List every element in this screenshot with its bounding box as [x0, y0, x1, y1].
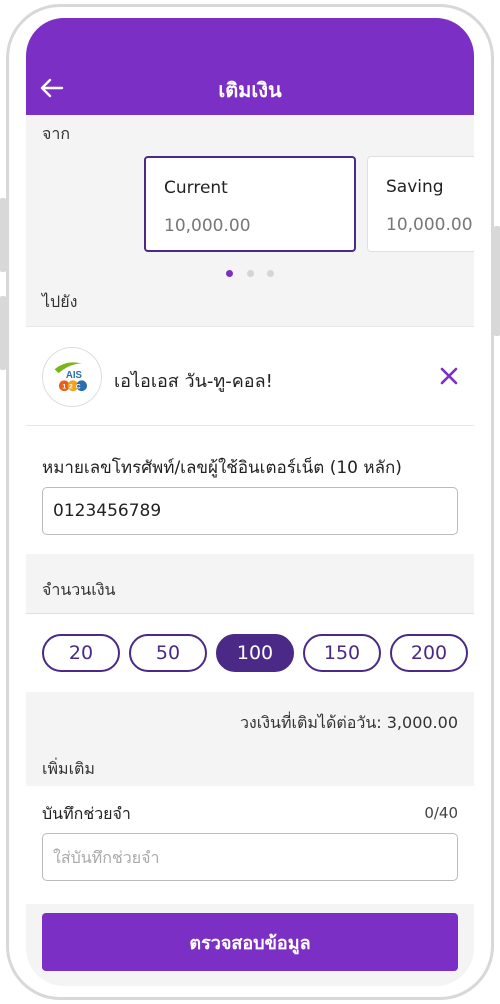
- amount-options: 20 50 100 150 200: [26, 614, 474, 692]
- amount-option-150[interactable]: 150: [303, 634, 381, 672]
- pagination-dot[interactable]: [266, 270, 274, 277]
- account-name: Saving: [386, 177, 444, 197]
- amount-option-200[interactable]: 200: [390, 634, 468, 672]
- carousel-pagination: [26, 262, 474, 281]
- phone-label: หมายเลขโทรศัพท์/เลขผู้ใช้อินเตอร์เน็ต (1…: [42, 458, 402, 478]
- ais-logo-subtext: 12C: [62, 384, 83, 391]
- account-card-current[interactable]: Current 10,000.00: [144, 156, 356, 252]
- ais-logo: AIS 12C: [42, 347, 102, 407]
- to-label: ไปยัง: [42, 292, 78, 311]
- account-carousel[interactable]: Current 10,000.00 Saving 10,000.00: [26, 150, 474, 260]
- account-balance: 10,000.00: [164, 216, 251, 236]
- phone-section: หมายเลขโทรศัพท์/เลขผู้ใช้อินเตอร์เน็ต (1…: [26, 426, 474, 554]
- amount-option-20[interactable]: 20: [42, 634, 120, 672]
- phone-side-button: [0, 296, 6, 370]
- memo-input[interactable]: [42, 833, 458, 881]
- memo-label: บันทึกช่วยจำ: [42, 804, 131, 823]
- amount-header: จำนวนเงิน: [26, 568, 474, 614]
- phone-side-button: [0, 198, 6, 272]
- page-title: เติมเงิน: [218, 78, 282, 102]
- ais-logo-text: AIS: [66, 370, 83, 381]
- app-screen: เติมเงิน จาก Current 10,000.00 Saving 10…: [26, 18, 474, 986]
- account-card-saving[interactable]: Saving 10,000.00: [367, 156, 474, 252]
- memo-char-count: 0/40: [424, 804, 458, 822]
- close-icon[interactable]: [438, 365, 460, 387]
- amount-option-100[interactable]: 100: [216, 634, 294, 672]
- app-header: เติมเงิน: [26, 18, 474, 115]
- phone-side-button: [494, 226, 500, 336]
- from-label: จาก: [42, 124, 71, 143]
- account-name: Current: [164, 178, 228, 198]
- daily-limit-text: วงเงินที่เติมได้ต่อวัน: 3,000.00: [239, 713, 458, 732]
- pagination-dot[interactable]: [246, 270, 254, 277]
- account-balance: 10,000.00: [386, 215, 473, 235]
- amount-label: จำนวนเงิน: [42, 580, 116, 599]
- memo-section: บันทึกช่วยจำ 0/40: [26, 786, 474, 904]
- phone-number-input[interactable]: [42, 487, 458, 535]
- more-label: เพิ่มเติม: [42, 759, 95, 778]
- pagination-dot[interactable]: [226, 270, 234, 277]
- provider-row: AIS 12C เอไอเอส วัน-ทู-คอล!: [26, 326, 474, 426]
- review-button[interactable]: ตรวจสอบข้อมูล: [42, 913, 458, 971]
- amount-option-50[interactable]: 50: [129, 634, 207, 672]
- provider-name: เอไอเอส วัน-ทู-คอล!: [114, 371, 273, 392]
